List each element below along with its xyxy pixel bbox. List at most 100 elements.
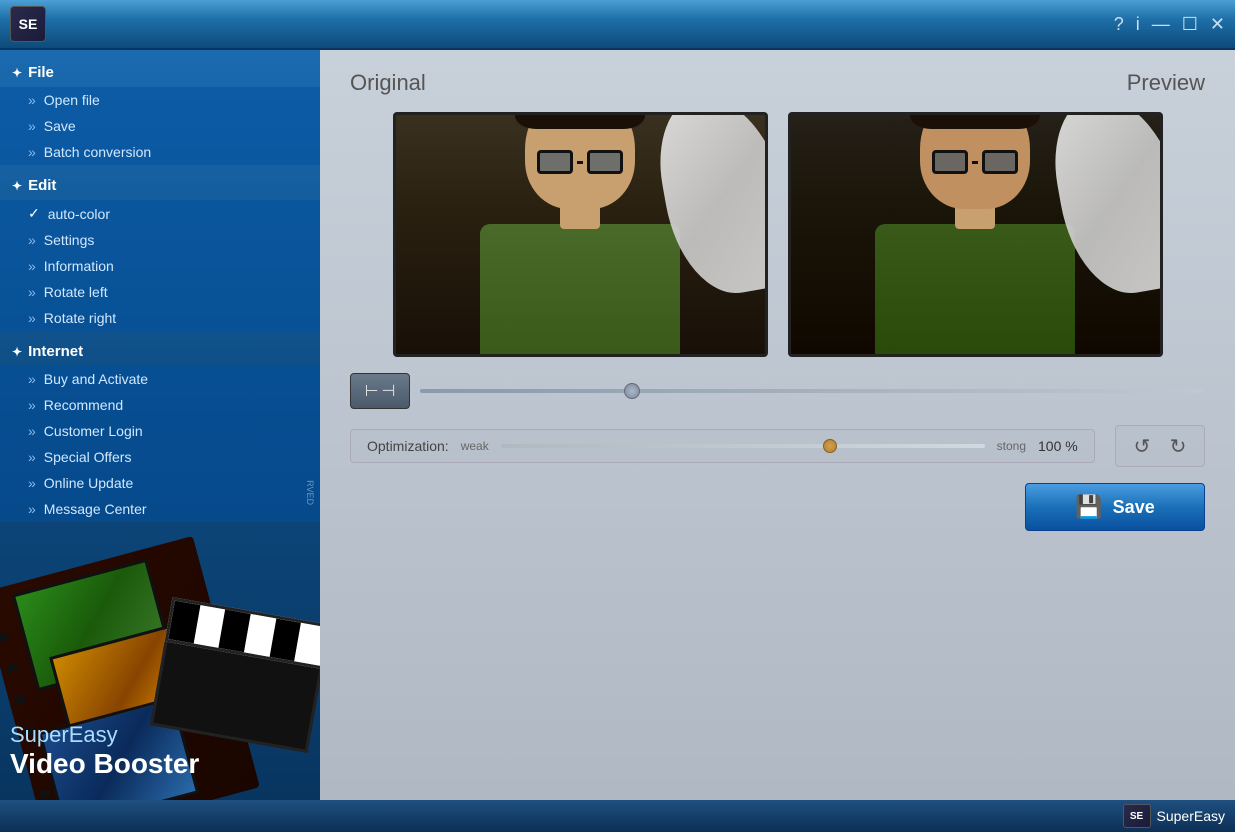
menu-items-file: » Open file » Save » Batch conversion — [0, 87, 320, 165]
timeline-slider-track — [420, 389, 1205, 393]
sidebar-item-label: Settings — [44, 232, 95, 248]
save-button[interactable]: 💾 Save — [1025, 483, 1205, 531]
sidebar-item-label: Batch conversion — [44, 144, 151, 160]
footer-se-logo: SE — [1123, 804, 1151, 828]
sidebar-item-rotate-left[interactable]: » Rotate left — [0, 279, 320, 305]
menu-header-file[interactable]: ✦ File — [0, 58, 320, 87]
optimization-percent: 100 % — [1038, 438, 1078, 454]
menu-internet-label: Internet — [28, 343, 83, 360]
optimization-weak-label: weak — [461, 439, 489, 453]
sidebar-item-label: Rotate right — [44, 310, 116, 326]
undo-button[interactable]: ↺ — [1126, 432, 1158, 460]
chevron-icon: ✦ — [12, 66, 22, 80]
sidebar-item-buy-activate[interactable]: » Buy and Activate — [0, 366, 320, 392]
bullet-icon: » — [28, 284, 36, 300]
footer-brand-name: SuperEasy — [1157, 808, 1225, 824]
copyright-text: © SUPEREASY GMBH & CO. KG ALL RIGHTS RES… — [305, 480, 315, 505]
menu-edit-label: Edit — [28, 177, 56, 194]
menu-section-edit: ✦ Edit ✓ auto-color » Settings » Informa… — [0, 171, 320, 331]
bullet-icon: » — [28, 310, 36, 326]
preview-header: Original Preview — [340, 70, 1215, 96]
bullet-icon: » — [28, 423, 36, 439]
menu-header-edit[interactable]: ✦ Edit — [0, 171, 320, 200]
controls-bar: ⊢ ⊣ — [340, 373, 1215, 409]
optimization-box: Optimization: weak stong 100 % — [350, 429, 1095, 463]
sidebar-item-open-file[interactable]: » Open file — [0, 87, 320, 113]
info-button[interactable]: i — [1136, 15, 1140, 33]
sidebar-item-rotate-right[interactable]: » Rotate right — [0, 305, 320, 331]
bullet-icon: » — [28, 371, 36, 387]
sidebar-item-auto-color[interactable]: ✓ auto-color — [0, 200, 320, 227]
chevron-icon: ✦ — [12, 179, 22, 193]
app-logo: SE — [10, 6, 46, 42]
sidebar-item-label: Special Offers — [44, 449, 132, 465]
chevron-icon: ✦ — [12, 345, 22, 359]
optimization-label: Optimization: — [367, 438, 449, 454]
bullet-icon: » — [28, 258, 36, 274]
crop-button[interactable]: ⊢ ⊣ — [350, 373, 410, 409]
sidebar-item-label: Information — [44, 258, 114, 274]
footer-logo: SE SuperEasy — [1123, 804, 1225, 828]
preview-video-content — [791, 115, 1160, 354]
bullet-icon: » — [28, 449, 36, 465]
sidebar-item-label: Rotate left — [44, 284, 108, 300]
optimization-strong-label: stong — [997, 439, 1026, 453]
sidebar-item-batch-conversion[interactable]: » Batch conversion — [0, 139, 320, 165]
title-bar-left: SE — [10, 6, 46, 42]
maximize-button[interactable]: ☐ — [1182, 15, 1198, 33]
sidebar-item-customer-login[interactable]: » Customer Login — [0, 418, 320, 444]
optimization-slider-thumb[interactable] — [823, 439, 837, 453]
save-label: Save — [1113, 497, 1155, 518]
sidebar-item-special-offers[interactable]: » Special Offers — [0, 444, 320, 470]
video-panels — [340, 112, 1215, 357]
crop-right-icon: ⊣ — [382, 381, 396, 401]
timeline-slider-container[interactable] — [420, 373, 1205, 409]
save-icon: 💾 — [1075, 494, 1102, 520]
help-button[interactable]: ? — [1114, 15, 1124, 33]
sidebar-bottom: © SUPEREASY GMBH & CO. KG ALL RIGHTS RES… — [0, 480, 320, 800]
sidebar-item-label: Save — [44, 118, 76, 134]
main-container: ✦ File » Open file » Save » Batch conver… — [0, 50, 1235, 800]
original-video-panel — [393, 112, 768, 357]
sidebar-item-label: Customer Login — [44, 423, 143, 439]
original-label: Original — [350, 70, 426, 96]
timeline-slider-thumb[interactable] — [624, 383, 640, 399]
bullet-icon: » — [28, 118, 36, 134]
content-area: Original Preview — [320, 50, 1235, 800]
check-icon: ✓ — [28, 205, 40, 222]
bullet-icon: » — [28, 397, 36, 413]
bullet-icon: » — [28, 232, 36, 248]
bullet-icon: » — [28, 92, 36, 108]
close-button[interactable]: ✕ — [1210, 15, 1225, 33]
sidebar-item-settings[interactable]: » Settings — [0, 227, 320, 253]
sidebar-item-label: Recommend — [44, 397, 123, 413]
bottom-bar: SE SuperEasy — [0, 800, 1235, 832]
bullet-icon: » — [28, 144, 36, 160]
original-video-content — [396, 115, 765, 354]
sidebar-item-recommend[interactable]: » Recommend — [0, 392, 320, 418]
brand-text: SuperEasy Video Booster — [10, 722, 199, 780]
optimization-slider-track[interactable] — [501, 444, 985, 448]
sidebar-item-label: Buy and Activate — [44, 371, 148, 387]
menu-header-internet[interactable]: ✦ Internet — [0, 337, 320, 366]
menu-section-file: ✦ File » Open file » Save » Batch conver… — [0, 58, 320, 165]
title-bar-controls: ? i — ☐ ✕ — [1114, 15, 1225, 33]
menu-file-label: File — [28, 64, 54, 81]
preview-label: Preview — [1127, 70, 1205, 96]
minimize-button[interactable]: — — [1152, 15, 1170, 33]
save-row: 💾 Save — [340, 483, 1215, 531]
sidebar-item-label: auto-color — [48, 206, 110, 222]
preview-video-panel — [788, 112, 1163, 357]
crop-left-icon: ⊢ — [365, 381, 379, 401]
optimization-row: Optimization: weak stong 100 % ↺ ↻ — [340, 425, 1215, 467]
brand-supereasy: SuperEasy — [10, 722, 199, 748]
brand-product: Video Booster — [10, 748, 199, 780]
title-bar: SE ? i — ☐ ✕ — [0, 0, 1235, 50]
sidebar-item-save[interactable]: » Save — [0, 113, 320, 139]
undo-redo-box: ↺ ↻ — [1115, 425, 1205, 467]
sidebar-item-information[interactable]: » Information — [0, 253, 320, 279]
redo-button[interactable]: ↻ — [1162, 432, 1194, 460]
sidebar: ✦ File » Open file » Save » Batch conver… — [0, 50, 320, 800]
menu-items-edit: ✓ auto-color » Settings » Information » … — [0, 200, 320, 331]
sidebar-item-label: Open file — [44, 92, 100, 108]
